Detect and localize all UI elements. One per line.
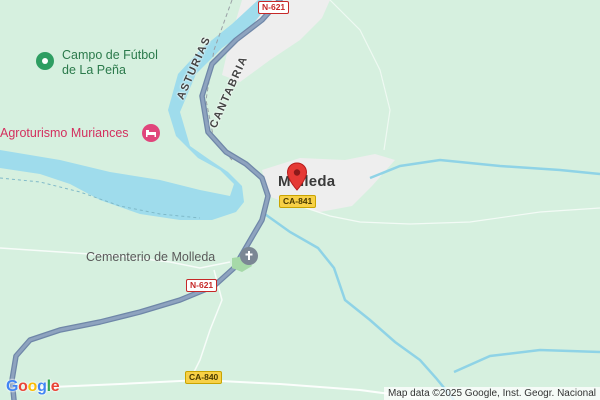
minor-road-4 [299, 205, 600, 225]
cemetery-label[interactable]: Cementerio de Molleda [86, 250, 215, 265]
minor-road-3 [29, 378, 421, 399]
stream-southeast [453, 348, 600, 374]
stream-south [261, 210, 455, 400]
google-logo-o2: o [27, 378, 38, 395]
football-field-label-line1: Campo de Fútbol [62, 48, 158, 62]
football-field-label-line2: de La Peña [62, 63, 126, 77]
football-field-label[interactable]: Campo de Fútbol de La Peña [62, 48, 158, 78]
cemetery-icon[interactable] [240, 247, 258, 265]
bed-icon[interactable] [142, 124, 160, 142]
road-shield-n621-top: N-621 [258, 1, 290, 14]
google-logo-g1: G [6, 378, 19, 395]
road-shield-n621-bottom: N-621 [186, 279, 218, 292]
map-attribution[interactable]: Map data ©2025 Google, Inst. Geogr. Naci… [383, 387, 600, 400]
road-shield-ca841: CA-841 [279, 195, 317, 208]
google-logo-e: e [50, 378, 60, 395]
river-deva [0, 0, 272, 220]
location-pin-icon[interactable] [286, 162, 308, 192]
minor-road-5 [329, 0, 391, 151]
hotel-label[interactable]: Agroturismo Muriances [0, 126, 129, 141]
road-shield-ca840: CA-840 [185, 371, 223, 384]
google-logo-o1: o [18, 378, 28, 395]
map-canvas[interactable]: ASTURIAS CANTABRIA N-621 N-621 CA-841 CA… [0, 0, 600, 400]
google-logo: Google [6, 378, 60, 396]
google-logo-g2: g [37, 378, 47, 395]
park-pin-icon[interactable] [36, 52, 54, 70]
stream-east [369, 158, 600, 180]
